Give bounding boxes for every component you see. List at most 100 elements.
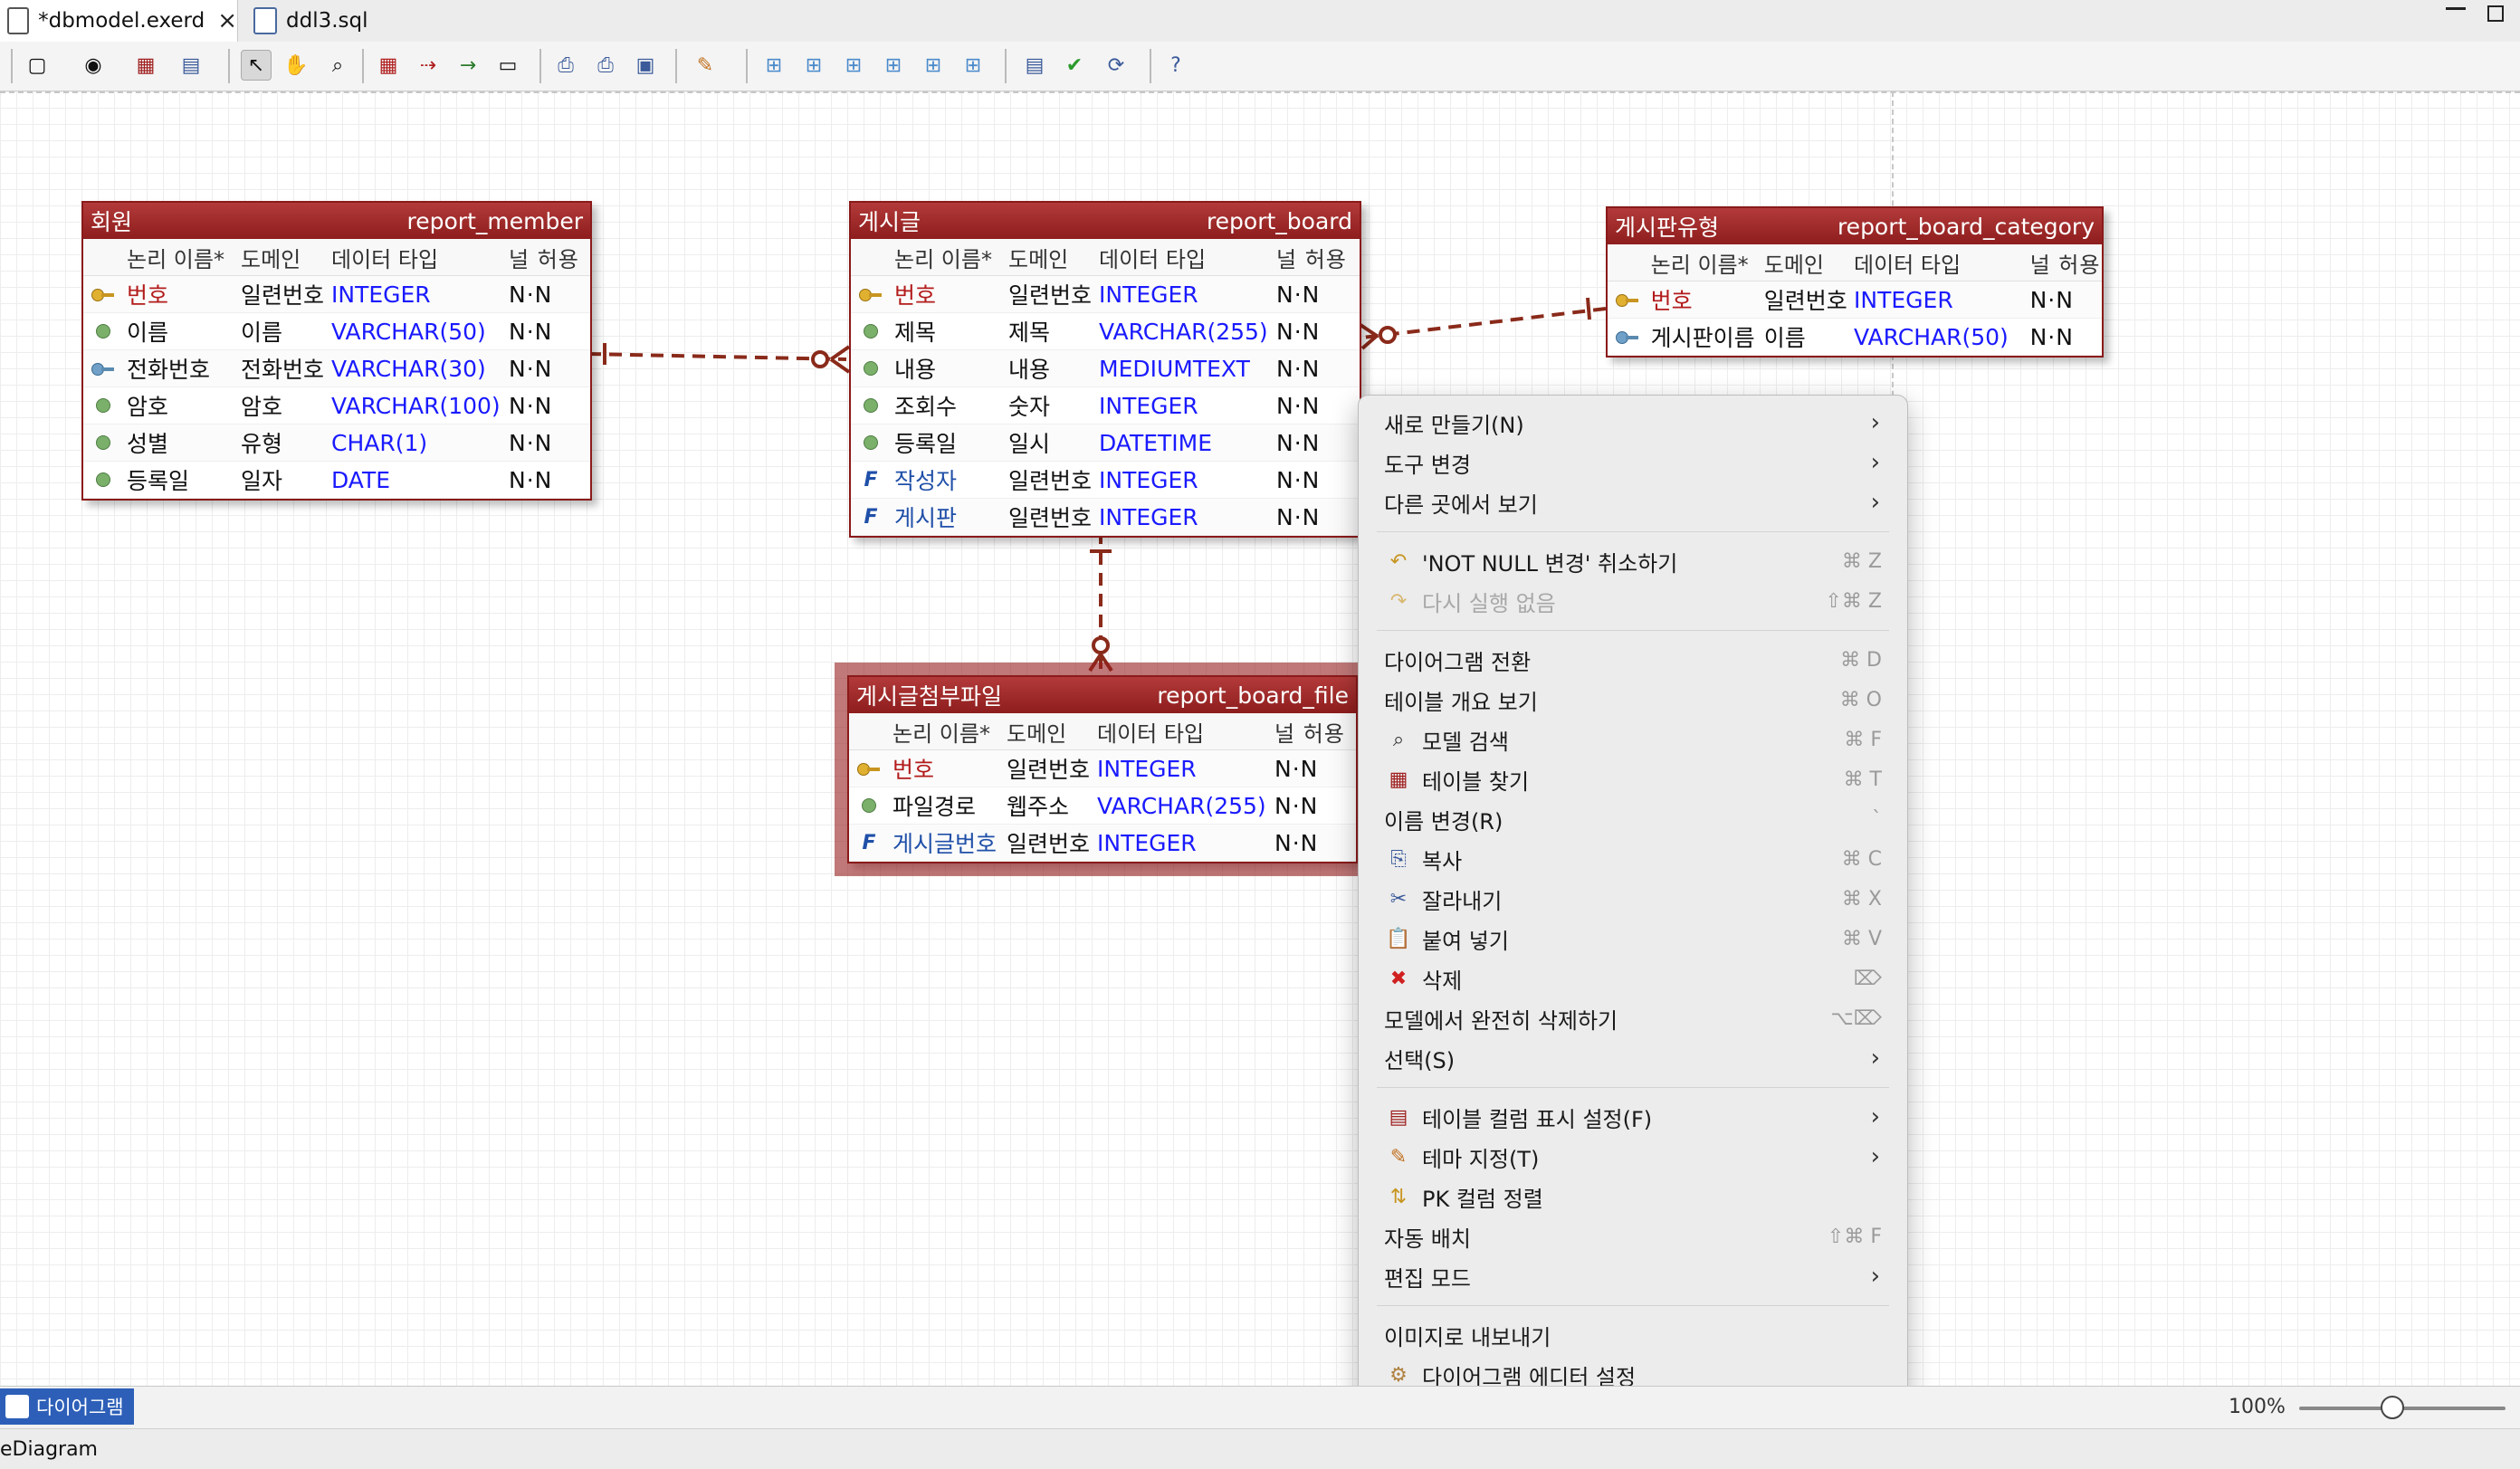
menu-item-shortcut: ⌘ C (1841, 847, 1882, 871)
image-icon[interactable]: ▣ (630, 50, 661, 81)
print-icon[interactable]: ⎙ (590, 50, 621, 81)
menu-item-2[interactable]: 다른 곳에서 보기 › (1359, 482, 1907, 522)
tab-dbmodel[interactable]: *dbmodel.exerd × (0, 0, 238, 42)
column-logical-name: 내용 (894, 357, 937, 383)
table-row[interactable]: 내용 내용 MEDIUMTEXT N·N (851, 350, 1360, 387)
chevron-right-icon: › (1870, 1263, 1880, 1290)
table-row[interactable]: 번호 일련번호 INTEGER N·N (83, 276, 590, 313)
page-icon[interactable]: ▤ (176, 50, 206, 81)
table-row[interactable]: F 게시판 일련번호 INTEGER N·N (851, 499, 1360, 536)
table-row[interactable]: 제목 제목 VARCHAR(255) N·N (851, 313, 1360, 350)
relation-member-board[interactable] (587, 343, 851, 374)
menu-item-14[interactable]: 📋 붙여 넣기 ⌘ V (1359, 919, 1907, 959)
table-title-bar[interactable]: 게시글 report_board (851, 203, 1360, 239)
table-row[interactable]: 번호 일련번호 INTEGER N·N (849, 750, 1356, 787)
menu-item-13[interactable]: ✂ 잘라내기 ⌘ X (1359, 879, 1907, 919)
menu-item-23[interactable]: 편집 모드 › (1359, 1256, 1907, 1296)
menu-item-19[interactable]: ▤ 테이블 컬럼 표시 설정(F) › (1359, 1097, 1907, 1137)
menu-item-15[interactable]: ✖ 삭제 ⌦ (1359, 959, 1907, 998)
menu-item-16[interactable]: 모델에서 완전히 삭제하기 ⌥⌦ (1359, 998, 1907, 1038)
column-icon (864, 361, 878, 376)
column-domain: 일련번호 (1007, 757, 1091, 783)
menu-item-12[interactable]: ⎘ 복사 ⌘ C (1359, 839, 1907, 879)
table-title-bar[interactable]: 회원 report_member (83, 203, 590, 239)
table-row[interactable]: F 게시글번호 일련번호 INTEGER N·N (849, 825, 1356, 862)
table-report-board-category[interactable]: 게시판유형 report_board_category 논리 이름* 도메인 데이터 타… (1606, 206, 2104, 358)
shape-icon[interactable]: ◉ (78, 50, 109, 81)
table-row[interactable]: 암호 암호 VARCHAR(100) N·N (83, 387, 590, 424)
new-table-icon[interactable]: ▦ (373, 50, 404, 81)
table-row[interactable]: 전화번호 전화번호 VARCHAR(30) N·N (83, 350, 590, 387)
table-report-board-file[interactable]: 게시글첨부파일 report_board_file 논리 이름* 도메인 데이터 타입 널… (835, 663, 1370, 876)
table-icon[interactable]: ▦ (130, 50, 161, 81)
relation-solid-icon[interactable]: → (453, 50, 483, 81)
select-icon[interactable]: ↖ (241, 50, 272, 81)
minimize-icon[interactable] (2446, 7, 2466, 13)
editor-tab-bar: *dbmodel.exerd × ddl3.sql (0, 0, 2520, 43)
column-null: N·N (1276, 281, 1321, 308)
menu-item-22[interactable]: 자동 배치 ⇧⌘ F (1359, 1216, 1907, 1256)
layout6-icon[interactable]: ⊞ (958, 50, 988, 81)
table-row[interactable]: 등록일 일자 DATE N·N (83, 462, 590, 499)
table-report-board[interactable]: 게시글 report_board 논리 이름* 도메인 데이터 타입 널 허용 번호 일련번호… (849, 201, 1361, 538)
table-row[interactable]: 번호 일련번호 INTEGER N·N (1608, 281, 2102, 319)
layout3-icon[interactable]: ⊞ (838, 50, 869, 81)
close-icon[interactable]: × (217, 7, 237, 34)
menu-item-1[interactable]: 도구 변경 › (1359, 443, 1907, 482)
zoom-icon[interactable]: ⌕ (322, 50, 353, 81)
menu-item-10[interactable]: ▦ 테이블 찾기 ⌘ T (1359, 759, 1907, 799)
layout5-icon[interactable]: ⊞ (918, 50, 949, 81)
table-row[interactable]: 성별 유형 CHAR(1) N·N (83, 424, 590, 462)
menu-item-shortcut: ⌘ X (1841, 887, 1882, 911)
table-row[interactable]: 번호 일련번호 INTEGER N·N (851, 276, 1360, 313)
relation-category-board[interactable] (1359, 297, 1607, 350)
menu-item-4[interactable]: ↶ 'NOT NULL 변경' 취소하기 ⌘ Z (1359, 541, 1907, 581)
zoom-slider-thumb[interactable] (2380, 1396, 2404, 1419)
column-type: VARCHAR(50) (1854, 323, 2009, 350)
menu-item-11[interactable]: 이름 변경(R) ` (1359, 799, 1907, 839)
table-row[interactable]: 등록일 일시 DATETIME N·N (851, 424, 1360, 462)
table-row[interactable]: 조회수 숫자 INTEGER N·N (851, 387, 1360, 424)
undo-icon: ↶ (1389, 549, 1408, 573)
print-preview-icon[interactable]: ⎙ (550, 50, 581, 81)
table-row[interactable]: 이름 이름 VARCHAR(50) N·N (83, 313, 590, 350)
menu-item-0[interactable]: 새로 만들기(N) › (1359, 403, 1907, 443)
column-icon (96, 324, 110, 339)
table-column-header: 논리 이름* 도메인 데이터 타입 널 허용 (83, 239, 590, 276)
tab-ddl3[interactable]: ddl3.sql (246, 0, 482, 42)
menu-item-7[interactable]: 다이어그램 전환 ⌘ D (1359, 640, 1907, 680)
table-report-member[interactable]: 회원 report_member 논리 이름* 도메인 데이터 타입 널 허용 번호 일련번호… (81, 201, 592, 501)
layout1-icon[interactable]: ⊞ (759, 50, 789, 81)
theme-icon[interactable]: ✎ (690, 50, 721, 81)
menu-item-shortcut: ⇧⌘ F (1827, 1225, 1882, 1248)
table-title-bar[interactable]: 게시판유형 report_board_category (1608, 208, 2102, 244)
header-type: 데이터 타입 (1099, 246, 1207, 272)
relation-board-file[interactable] (1088, 531, 1113, 672)
layout2-icon[interactable]: ⊞ (798, 50, 829, 81)
column-logical-name: 게시판 (894, 505, 958, 531)
menu-item-21[interactable]: ⇅ PK 컬럼 정렬 (1359, 1177, 1907, 1216)
column-type: VARCHAR(100) (331, 392, 501, 419)
menu-item-17[interactable]: 선택(S) › (1359, 1038, 1907, 1078)
note-icon[interactable]: ▢ (22, 50, 52, 81)
clipboard-icon[interactable]: ▤ (1019, 50, 1050, 81)
table-row[interactable]: 파일경로 웹주소 VARCHAR(255) N·N (849, 787, 1356, 825)
header-type: 데이터 타입 (331, 246, 439, 272)
diagram-tab[interactable]: 다이어그램 (0, 1388, 134, 1425)
table-title-bar[interactable]: 게시글첨부파일 report_board_file (849, 677, 1356, 713)
table-row[interactable]: F 작성자 일련번호 INTEGER N·N (851, 462, 1360, 499)
menu-item-25[interactable]: 이미지로 내보내기 (1359, 1315, 1907, 1355)
maximize-icon[interactable] (2487, 5, 2504, 22)
table-physical-name: report_board_category (1837, 213, 2095, 240)
help-icon[interactable]: ? (1160, 50, 1191, 81)
sync-icon[interactable]: ⟳ (1101, 50, 1131, 81)
layout4-icon[interactable]: ⊞ (878, 50, 909, 81)
menu-item-20[interactable]: ✎ 테마 지정(T) › (1359, 1137, 1907, 1177)
menu-item-8[interactable]: 테이블 개요 보기 ⌘ O (1359, 680, 1907, 720)
validate-icon[interactable]: ✔ (1059, 50, 1090, 81)
table-row[interactable]: 게시판이름 이름 VARCHAR(50) N·N (1608, 319, 2102, 356)
menu-item-9[interactable]: ⌕ 모델 검색 ⌘ F (1359, 720, 1907, 759)
relation-dashed-icon[interactable]: ⇢ (413, 50, 444, 81)
hand-icon[interactable]: ✋ (281, 50, 311, 81)
comment-icon[interactable]: ▭ (492, 50, 523, 81)
